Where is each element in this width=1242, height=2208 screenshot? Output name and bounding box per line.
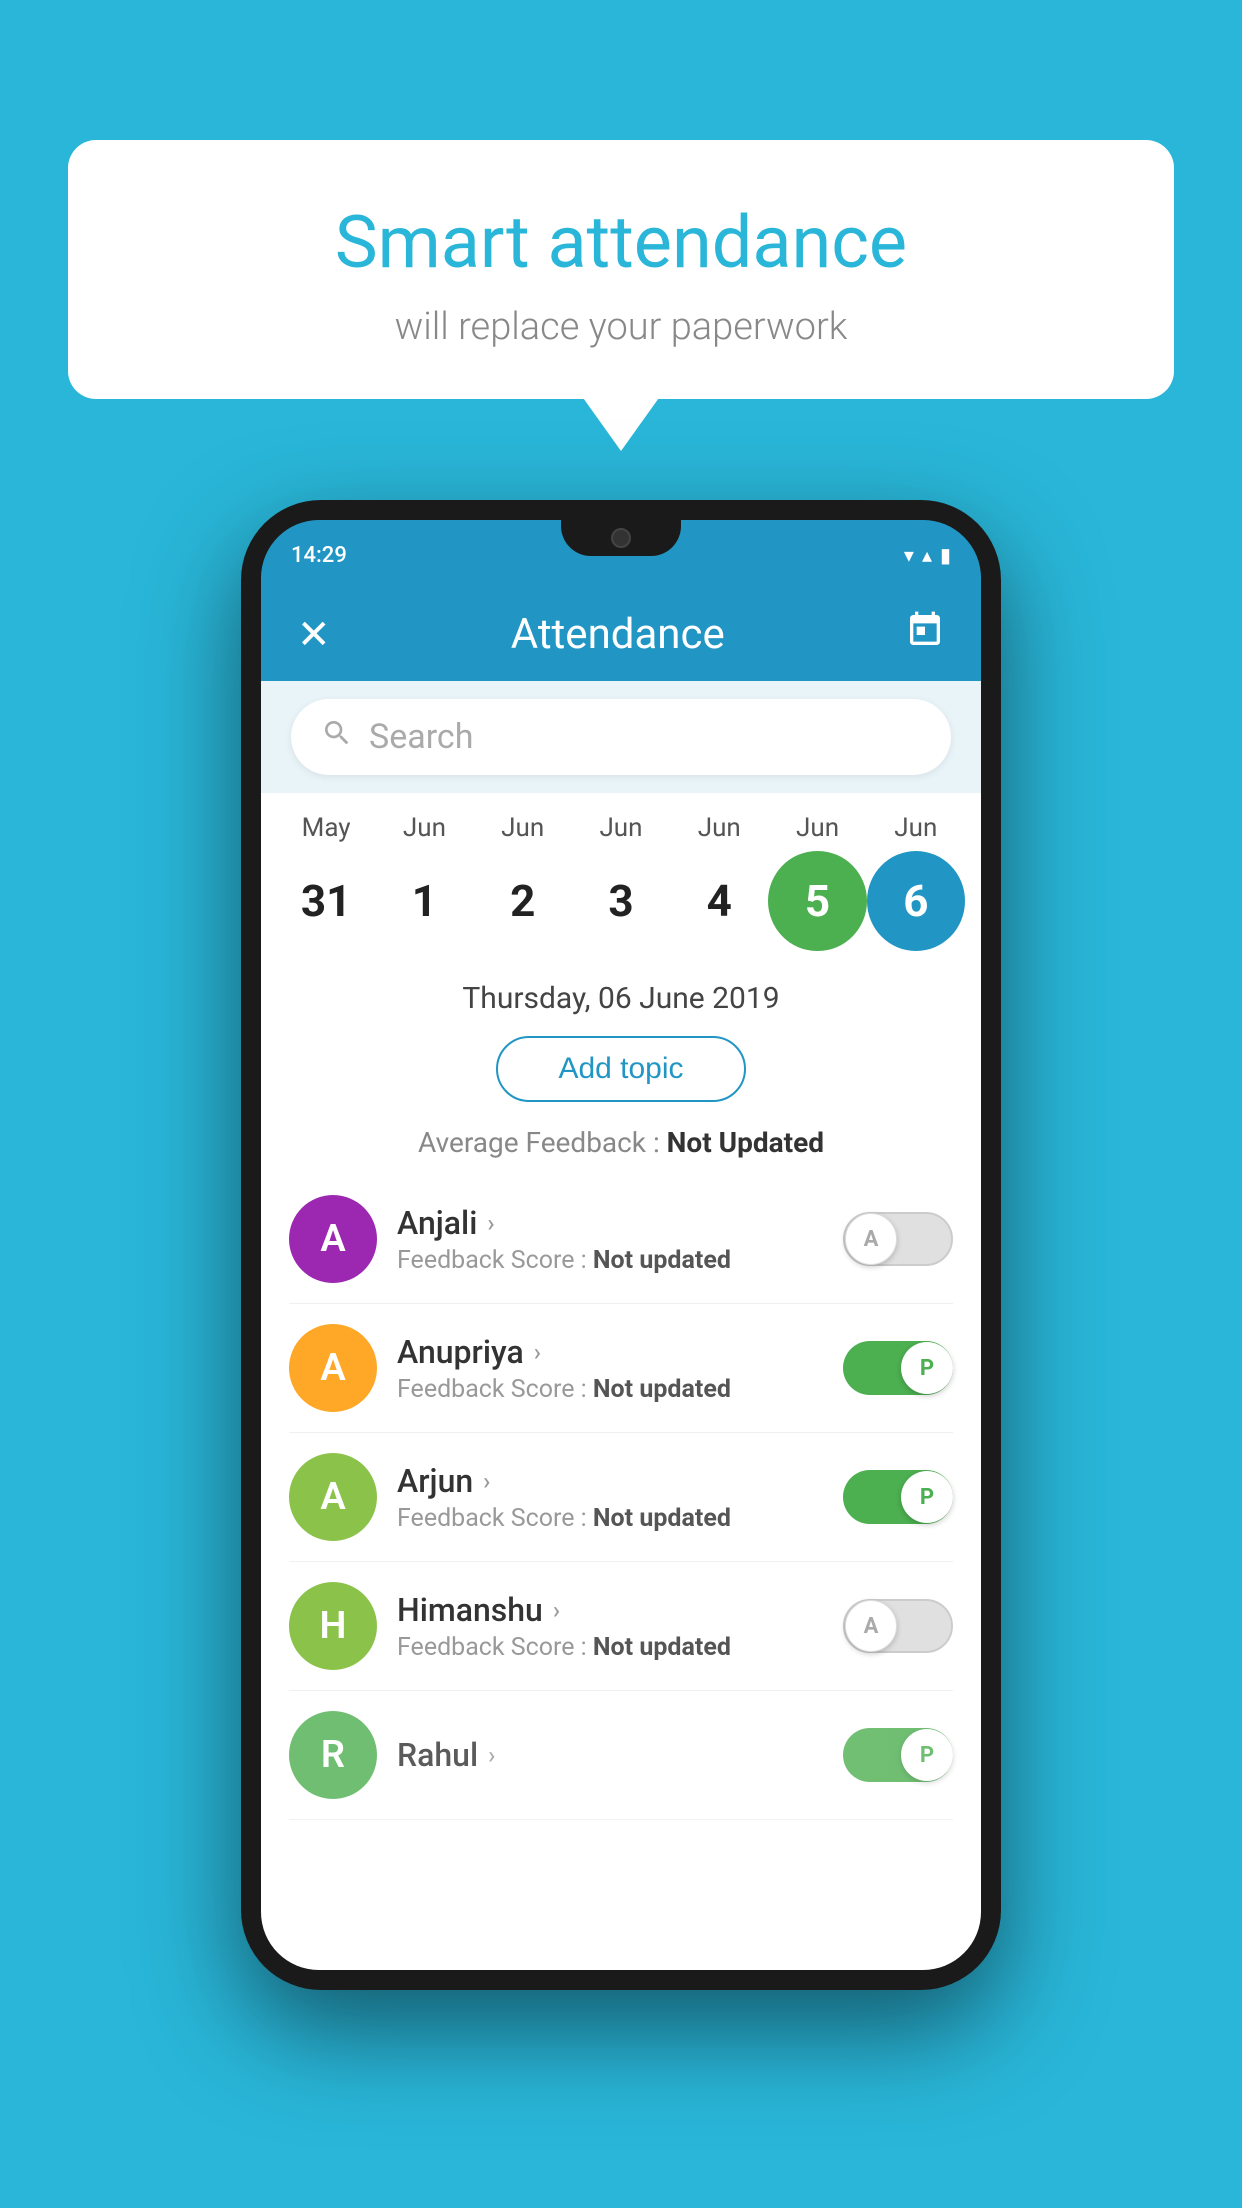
phone-notch [561, 520, 681, 556]
student-item-rahul[interactable]: R Rahul › P [289, 1691, 953, 1820]
avatar-anupriya: A [289, 1324, 377, 1412]
search-container: Search [261, 681, 981, 793]
student-name-rahul: Rahul › [397, 1736, 823, 1774]
student-item-anjali[interactable]: A Anjali › Feedback Score : Not updated … [289, 1175, 953, 1304]
calendar-dates: 31 1 2 3 4 5 6 [277, 851, 965, 951]
chevron-icon-anupriya: › [534, 1338, 541, 1366]
toggle-knob-anupriya: P [901, 1342, 953, 1394]
status-bar: 14:29 ▾ ▴ ▮ [261, 520, 981, 590]
chevron-icon-himanshu: › [553, 1596, 560, 1624]
search-bar[interactable]: Search [291, 699, 951, 775]
student-feedback-anjali: Feedback Score : Not updated [397, 1246, 823, 1275]
front-camera [611, 528, 631, 548]
student-name-arjun: Arjun › [397, 1462, 823, 1500]
header-title: Attendance [511, 610, 725, 659]
avatar-arjun: A [289, 1453, 377, 1541]
cal-date-5[interactable]: 5 [768, 851, 866, 951]
chevron-icon-rahul: › [488, 1741, 495, 1769]
bubble-subtitle: will replace your paperwork [118, 305, 1124, 349]
add-topic-button[interactable]: Add topic [496, 1036, 745, 1102]
student-info-anupriya: Anupriya › Feedback Score : Not updated [377, 1333, 843, 1404]
avg-feedback-value: Not Updated [667, 1126, 824, 1159]
cal-date-4[interactable]: 4 [670, 851, 768, 951]
avg-feedback-label: Average Feedback : [418, 1126, 667, 1159]
toggle-knob-rahul: P [901, 1729, 953, 1781]
cal-date-3[interactable]: 3 [572, 851, 670, 951]
student-name-anupriya: Anupriya › [397, 1333, 823, 1371]
toggle-knob-arjun: P [901, 1471, 953, 1523]
status-icons: ▾ ▴ ▮ [904, 543, 951, 567]
student-list: A Anjali › Feedback Score : Not updated … [261, 1175, 981, 1820]
avg-feedback: Average Feedback : Not Updated [261, 1118, 981, 1175]
search-icon [321, 717, 353, 757]
battery-icon: ▮ [940, 543, 951, 567]
cal-month-4: Jun [670, 813, 768, 843]
signal-icon: ▴ [922, 543, 932, 567]
student-name-anjali: Anjali › [397, 1204, 823, 1242]
phone-device: 14:29 ▾ ▴ ▮ ✕ Attendance [241, 500, 1001, 1990]
student-feedback-anupriya: Feedback Score : Not updated [397, 1375, 823, 1404]
student-feedback-arjun: Feedback Score : Not updated [397, 1504, 823, 1533]
cal-month-0: May [277, 813, 375, 843]
toggle-anupriya[interactable]: P [843, 1341, 953, 1395]
calendar-months: May Jun Jun Jun Jun Jun Jun [277, 813, 965, 843]
toggle-himanshu[interactable]: A [843, 1599, 953, 1653]
toggle-arjun[interactable]: P [843, 1470, 953, 1524]
add-topic-container: Add topic [261, 1024, 981, 1118]
student-feedback-himanshu: Feedback Score : Not updated [397, 1633, 823, 1662]
app-header: ✕ Attendance [261, 590, 981, 681]
chevron-icon-anjali: › [487, 1209, 494, 1237]
cal-month-3: Jun [572, 813, 670, 843]
avatar-rahul: R [289, 1711, 377, 1799]
bubble-title: Smart attendance [118, 200, 1124, 285]
cal-month-5: Jun [768, 813, 866, 843]
calendar-icon[interactable] [905, 610, 945, 659]
student-item-himanshu[interactable]: H Himanshu › Feedback Score : Not update… [289, 1562, 953, 1691]
calendar-strip: May Jun Jun Jun Jun Jun Jun 31 1 2 3 4 5… [261, 793, 981, 961]
phone-screen: ✕ Attendance Search [261, 590, 981, 1970]
selected-date: Thursday, 06 June 2019 [261, 961, 981, 1024]
student-info-rahul: Rahul › [377, 1736, 843, 1774]
speech-bubble: Smart attendance will replace your paper… [68, 140, 1174, 399]
student-item-arjun[interactable]: A Arjun › Feedback Score : Not updated P [289, 1433, 953, 1562]
student-info-arjun: Arjun › Feedback Score : Not updated [377, 1462, 843, 1533]
toggle-knob-anjali: A [845, 1213, 897, 1265]
search-placeholder: Search [369, 717, 473, 757]
cal-month-2: Jun [474, 813, 572, 843]
cal-date-31[interactable]: 31 [277, 851, 375, 951]
cal-date-2[interactable]: 2 [474, 851, 572, 951]
status-time: 14:29 [291, 543, 347, 568]
student-info-anjali: Anjali › Feedback Score : Not updated [377, 1204, 843, 1275]
student-item-anupriya[interactable]: A Anupriya › Feedback Score : Not update… [289, 1304, 953, 1433]
student-info-himanshu: Himanshu › Feedback Score : Not updated [377, 1591, 843, 1662]
avatar-himanshu: H [289, 1582, 377, 1670]
toggle-anjali[interactable]: A [843, 1212, 953, 1266]
cal-month-6: Jun [867, 813, 965, 843]
close-button[interactable]: ✕ [297, 611, 331, 658]
cal-date-6[interactable]: 6 [867, 851, 965, 951]
student-name-himanshu: Himanshu › [397, 1591, 823, 1629]
toggle-knob-himanshu: A [845, 1600, 897, 1652]
chevron-icon-arjun: › [483, 1467, 490, 1495]
toggle-rahul[interactable]: P [843, 1728, 953, 1782]
cal-month-1: Jun [375, 813, 473, 843]
cal-date-1[interactable]: 1 [375, 851, 473, 951]
wifi-icon: ▾ [904, 543, 914, 567]
avatar-anjali: A [289, 1195, 377, 1283]
